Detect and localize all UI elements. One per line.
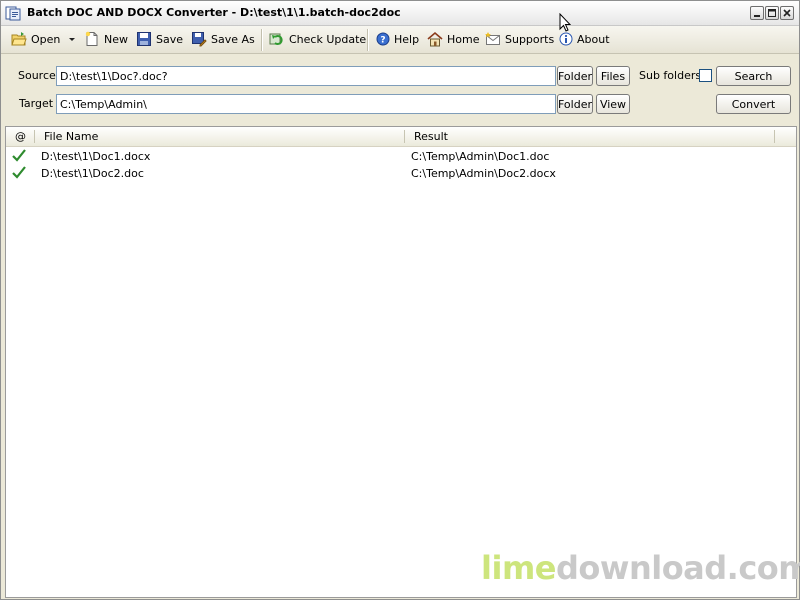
dropdown-arrow-icon — [69, 38, 75, 41]
column-header-result[interactable]: Result — [414, 130, 448, 143]
save-as-button[interactable]: Save As — [191, 30, 255, 48]
source-path-input[interactable] — [56, 66, 556, 86]
update-arrows-icon — [269, 33, 283, 45]
watermark-rest: download.com — [555, 549, 800, 587]
mouse-cursor-icon — [559, 13, 571, 32]
home-label: Home — [447, 32, 480, 46]
watermark-lime: lime — [481, 549, 556, 587]
column-divider[interactable] — [404, 130, 405, 143]
help-label: Help — [394, 32, 420, 46]
convert-button[interactable]: Convert — [716, 94, 791, 114]
target-view-button[interactable]: View — [596, 94, 630, 114]
target-folder-button[interactable]: Folder — [557, 94, 593, 114]
save-as-icon — [192, 32, 207, 47]
open-dropdown-button[interactable] — [68, 30, 76, 48]
source-label: Source — [18, 69, 56, 82]
table-row[interactable]: D:\test\1\Doc1.docx C:\Temp\Admin\Doc1.d… — [6, 148, 796, 165]
subfolders-checkbox[interactable] — [699, 69, 712, 82]
checkmark-icon — [12, 149, 26, 162]
result-cell: C:\Temp\Admin\Doc2.docx — [411, 167, 556, 180]
list-header: @ File Name Result — [6, 127, 796, 147]
close-button[interactable] — [780, 6, 794, 20]
open-label: Open — [31, 32, 61, 46]
source-folder-button[interactable]: Folder — [557, 66, 593, 86]
minimize-button[interactable] — [750, 6, 764, 20]
supports-label: Supports — [505, 32, 555, 46]
save-disk-icon — [137, 32, 151, 46]
source-files-button[interactable]: Files — [596, 66, 630, 86]
save-label: Save — [156, 32, 184, 46]
column-header-file-name[interactable]: File Name — [44, 130, 98, 143]
checkmark-icon — [12, 166, 26, 179]
info-icon — [559, 32, 573, 46]
column-divider[interactable] — [34, 130, 35, 143]
column-divider[interactable] — [774, 130, 775, 143]
app-icon — [5, 6, 21, 21]
window-title: Batch DOC AND DOCX Converter - D:\test\1… — [27, 6, 401, 19]
maximize-icon — [768, 9, 776, 17]
save-button[interactable]: Save — [136, 30, 183, 48]
subfolders-label: Sub folders — [639, 69, 702, 82]
app-window: Batch DOC AND DOCX Converter - D:\test\1… — [0, 0, 800, 600]
home-button[interactable]: Home — [427, 30, 479, 48]
close-icon — [783, 9, 791, 17]
file-name-cell: D:\test\1\Doc2.doc — [41, 167, 144, 180]
file-name-cell: D:\test\1\Doc1.docx — [41, 150, 151, 163]
table-row[interactable]: D:\test\1\Doc2.doc C:\Temp\Admin\Doc2.do… — [6, 165, 796, 182]
home-icon — [427, 31, 443, 47]
supports-button[interactable]: Supports — [485, 30, 554, 48]
check-update-label: Check Update — [289, 32, 367, 46]
target-label: Target — [19, 97, 54, 110]
minimize-icon — [754, 15, 760, 17]
maximize-button[interactable] — [765, 6, 779, 20]
new-label: New — [104, 32, 128, 46]
help-button[interactable]: ? Help — [376, 30, 419, 48]
toolbar-separator — [367, 29, 369, 51]
help-icon: ? — [376, 32, 390, 46]
open-button[interactable]: Open — [11, 30, 60, 48]
about-label: About — [577, 32, 610, 46]
watermark: limedownload.com — [481, 549, 800, 587]
title-bar[interactable]: Batch DOC AND DOCX Converter - D:\test\1… — [1, 1, 799, 26]
folder-open-icon — [11, 32, 27, 46]
search-button[interactable]: Search — [716, 66, 791, 86]
toolbar: Open New Save Save As Check Update ? Hel… — [1, 26, 799, 54]
check-update-button[interactable]: Check Update — [269, 30, 366, 48]
file-list[interactable]: @ File Name Result D:\test\1\Doc1.docx C… — [5, 126, 797, 598]
target-path-input[interactable] — [56, 94, 556, 114]
save-as-label: Save As — [211, 32, 255, 46]
result-cell: C:\Temp\Admin\Doc1.doc — [411, 150, 550, 163]
mail-icon — [485, 32, 500, 45]
svg-text:?: ? — [380, 36, 385, 46]
new-button[interactable]: New — [84, 30, 128, 48]
new-document-icon — [85, 31, 98, 46]
column-header-status[interactable]: @ — [15, 130, 26, 143]
toolbar-separator — [261, 29, 263, 51]
